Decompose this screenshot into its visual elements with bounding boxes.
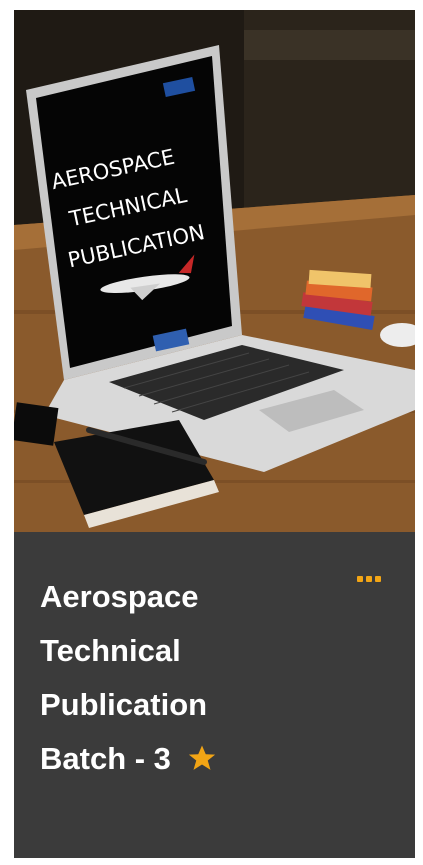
course-caption: Aerospace Technical Publication Batch - … — [14, 532, 415, 858]
course-title-line: Aerospace — [40, 579, 199, 614]
course-title-line: Technical — [40, 633, 181, 668]
course-title-last-line: Batch - 3 — [40, 732, 350, 786]
course-card[interactable]: AEROSPACE TECHNICAL PUBLICATION Aerospac… — [14, 10, 415, 858]
laptop-desk-image: AEROSPACE TECHNICAL PUBLICATION — [14, 10, 415, 532]
star-icon[interactable] — [187, 743, 217, 773]
ellipsis-icon — [357, 576, 363, 582]
more-options-button[interactable] — [357, 572, 385, 586]
ellipsis-icon — [375, 576, 381, 582]
ellipsis-icon — [366, 576, 372, 582]
course-thumbnail[interactable]: AEROSPACE TECHNICAL PUBLICATION — [14, 10, 415, 532]
course-title[interactable]: Aerospace Technical Publication Batch - … — [40, 570, 350, 786]
course-title-line: Batch - 3 — [40, 741, 171, 776]
course-title-line: Publication — [40, 687, 208, 722]
